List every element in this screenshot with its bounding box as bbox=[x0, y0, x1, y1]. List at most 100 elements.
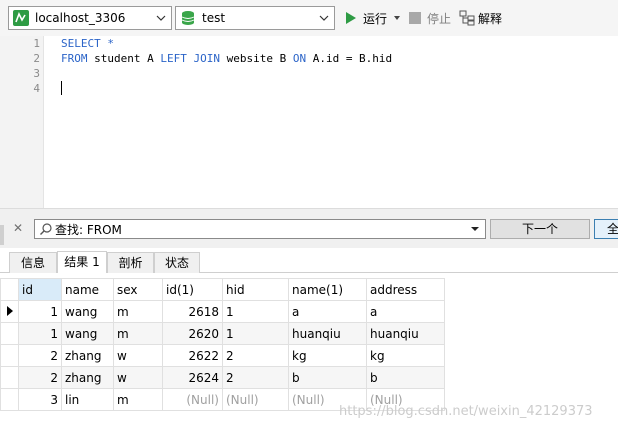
row-indicator bbox=[0, 322, 19, 345]
tab-info[interactable]: 信息 bbox=[9, 252, 57, 273]
row-indicator bbox=[0, 388, 19, 411]
keyword-from: FROM bbox=[61, 52, 88, 65]
cell-sex[interactable]: m bbox=[113, 322, 163, 345]
chevron-down-icon[interactable] bbox=[469, 223, 481, 235]
watermark-text: https://blog.csdn.net/weixin_42129373 bbox=[339, 404, 593, 419]
tab-status[interactable]: 状态 bbox=[154, 252, 200, 273]
cell-address[interactable]: huanqiu bbox=[366, 322, 445, 345]
cell-name1[interactable]: kg bbox=[288, 344, 367, 367]
cell-id1[interactable]: 2620 bbox=[162, 322, 223, 345]
column-header-id[interactable]: id bbox=[18, 278, 62, 301]
keyword-left-join: LEFT JOIN bbox=[160, 52, 220, 65]
code-join-condition: A.id = B.hid bbox=[306, 52, 393, 65]
run-label: 运行 bbox=[363, 11, 388, 26]
result-tabs: 信息 结果 1 剖析 状态 bbox=[0, 248, 618, 273]
cell-id[interactable]: 1 bbox=[18, 300, 62, 323]
row-indicator bbox=[0, 344, 19, 367]
cell-name1[interactable]: huanqiu bbox=[288, 322, 367, 345]
close-icon[interactable]: ✕ bbox=[13, 221, 23, 235]
search-icon bbox=[40, 223, 52, 235]
code-line-1: SELECT * bbox=[61, 37, 114, 50]
cell-sex[interactable]: m bbox=[113, 388, 163, 411]
column-header-sex[interactable]: sex bbox=[113, 278, 163, 301]
cell-sex[interactable]: w bbox=[113, 344, 163, 367]
caret-right-icon bbox=[6, 305, 13, 316]
cell-name[interactable]: wang bbox=[61, 322, 114, 345]
cell-hid[interactable]: 1 bbox=[222, 300, 289, 323]
cell-hid-null[interactable]: (Null) bbox=[222, 388, 289, 411]
connection-select[interactable]: localhost_3306 bbox=[8, 6, 172, 30]
cell-id1[interactable]: 2622 bbox=[162, 344, 223, 367]
cell-address[interactable]: b bbox=[366, 366, 445, 389]
column-header-name1[interactable]: name(1) bbox=[288, 278, 367, 301]
cell-name[interactable]: wang bbox=[61, 300, 114, 323]
sql-editor[interactable]: 1 2 3 4 SELECT * FROM student A LEFT JOI… bbox=[0, 36, 618, 208]
find-bar: ✕ 下一个 全 bbox=[0, 208, 618, 248]
explain-button[interactable]: 解释 bbox=[459, 10, 502, 26]
result-grid: id name sex id(1) hid name(1) address 1 … bbox=[0, 278, 445, 411]
database-name: test bbox=[202, 11, 226, 25]
keyword-on: ON bbox=[292, 52, 307, 65]
tab-profile[interactable]: 剖析 bbox=[107, 252, 154, 273]
cell-sex[interactable]: m bbox=[113, 300, 163, 323]
line-number: 2 bbox=[33, 52, 40, 65]
stop-button[interactable]: 停止 bbox=[409, 10, 451, 26]
connection-name: localhost_3306 bbox=[35, 11, 126, 25]
cell-id1[interactable]: 2624 bbox=[162, 366, 223, 389]
cell-id1[interactable]: 2618 bbox=[162, 300, 223, 323]
table-row[interactable]: 2 zhang w 2622 2 kg kg bbox=[0, 344, 445, 367]
cell-id[interactable]: 1 bbox=[18, 322, 62, 345]
cell-hid[interactable]: 1 bbox=[222, 322, 289, 345]
find-input[interactable] bbox=[55, 222, 475, 236]
tab-result-1[interactable]: 结果 1 bbox=[57, 251, 107, 273]
cell-id[interactable]: 3 bbox=[18, 388, 62, 411]
cell-id[interactable]: 2 bbox=[18, 344, 62, 367]
panel-splitter[interactable] bbox=[0, 225, 4, 245]
line-number-gutter: 1 2 3 4 bbox=[0, 36, 44, 208]
explain-icon bbox=[459, 10, 475, 26]
code-line-2: FROM student A LEFT JOIN website B ON A.… bbox=[61, 52, 392, 65]
row-indicator bbox=[0, 366, 19, 389]
database-select[interactable]: test bbox=[175, 6, 335, 30]
play-icon bbox=[346, 12, 356, 24]
column-header-id1[interactable]: id(1) bbox=[162, 278, 223, 301]
table-row[interactable]: 1 wang m 2620 1 huanqiu huanqiu bbox=[0, 322, 445, 345]
cell-hid[interactable]: 2 bbox=[222, 366, 289, 389]
cell-name[interactable]: lin bbox=[61, 388, 114, 411]
toolbar: localhost_3306 test 运行 停止 解释 bbox=[0, 0, 618, 36]
text-caret bbox=[61, 81, 62, 95]
current-row-indicator bbox=[0, 300, 19, 323]
mysql-connection-icon bbox=[13, 10, 29, 26]
cell-address[interactable]: a bbox=[366, 300, 445, 323]
table-row[interactable]: 1 wang m 2618 1 a a bbox=[0, 300, 445, 323]
database-icon bbox=[181, 11, 195, 25]
find-next-button[interactable]: 下一个 bbox=[490, 219, 590, 239]
cell-id1-null[interactable]: (Null) bbox=[162, 388, 223, 411]
run-dropdown-icon[interactable] bbox=[391, 13, 403, 23]
cell-address[interactable]: kg bbox=[366, 344, 445, 367]
chevron-down-icon bbox=[319, 15, 329, 21]
cell-hid[interactable]: 2 bbox=[222, 344, 289, 367]
table-row[interactable]: 2 zhang w 2624 2 b b bbox=[0, 366, 445, 389]
keyword-select: SELECT * bbox=[61, 37, 114, 50]
cell-sex[interactable]: w bbox=[113, 366, 163, 389]
find-input-box[interactable] bbox=[34, 219, 486, 239]
run-button[interactable]: 运行 bbox=[344, 10, 403, 26]
cell-name[interactable]: zhang bbox=[61, 344, 114, 367]
stop-label: 停止 bbox=[427, 11, 452, 26]
cell-name1[interactable]: b bbox=[288, 366, 367, 389]
line-number: 1 bbox=[33, 37, 40, 50]
header-row: id name sex id(1) hid name(1) address bbox=[0, 278, 445, 301]
explain-label: 解释 bbox=[478, 11, 503, 26]
line-number: 4 bbox=[33, 82, 40, 95]
column-header-name[interactable]: name bbox=[61, 278, 114, 301]
stop-icon bbox=[409, 12, 421, 24]
find-all-button[interactable]: 全 bbox=[594, 219, 618, 239]
cell-name1[interactable]: a bbox=[288, 300, 367, 323]
code-table-website: website B bbox=[219, 52, 293, 65]
column-header-address[interactable]: address bbox=[366, 278, 445, 301]
cell-name[interactable]: zhang bbox=[61, 366, 114, 389]
line-number: 3 bbox=[33, 67, 40, 80]
cell-id[interactable]: 2 bbox=[18, 366, 62, 389]
column-header-hid[interactable]: hid bbox=[222, 278, 289, 301]
